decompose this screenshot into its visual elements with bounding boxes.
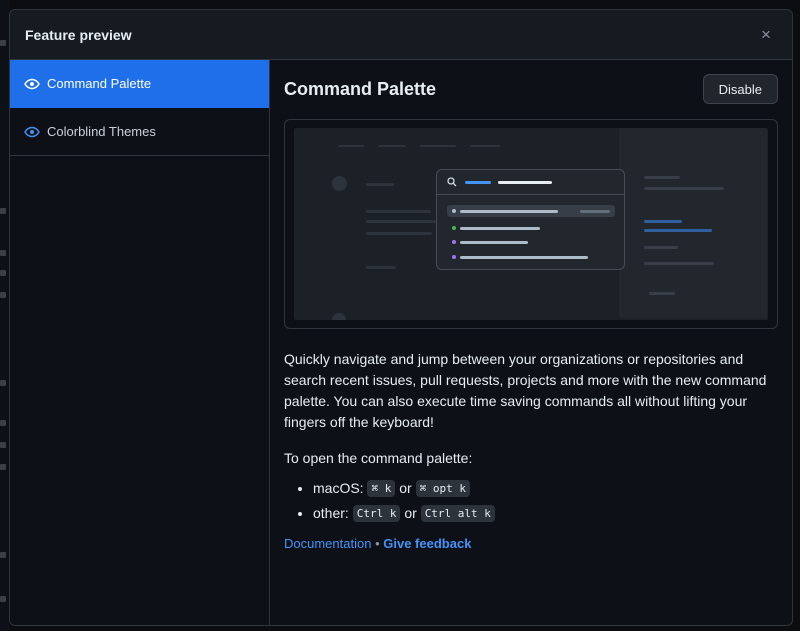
preview-dot: [452, 255, 456, 259]
dialog-body: Command Palette Colorblind Themes Comman…: [10, 60, 792, 625]
close-button[interactable]: ×: [754, 23, 778, 47]
eye-icon: [24, 124, 40, 140]
shortcut-list: macOS: ⌘ k or ⌘ opt k other: Ctrl k or C…: [284, 476, 778, 526]
preview-shape: [644, 262, 714, 265]
background-text-fragment: [0, 208, 6, 214]
os-label: macOS:: [313, 480, 364, 496]
sidebar-item-command-palette[interactable]: Command Palette: [10, 60, 269, 108]
preview-shape: [644, 176, 680, 179]
preview-shape: [649, 292, 675, 295]
preview-shape: [366, 266, 396, 269]
preview-shape: [644, 246, 678, 249]
keyboard-shortcut: Ctrl alt k: [420, 505, 495, 522]
preview-shape: [619, 128, 767, 318]
list-item: macOS: ⌘ k or ⌘ opt k: [313, 476, 778, 501]
dialog-title: Feature preview: [25, 26, 132, 43]
preview-shape: [332, 176, 347, 191]
preview-shape: [644, 187, 724, 190]
feature-preview-image: [284, 119, 778, 329]
list-item: other: Ctrl k or Ctrl alt k: [313, 501, 778, 526]
preview-line: [460, 210, 558, 213]
feature-title: Command Palette: [284, 78, 437, 99]
preview-shape: [366, 183, 394, 186]
search-icon: [447, 177, 457, 187]
feature-content: Command Palette Disable Quickly navigate…: [270, 60, 792, 625]
background-text-fragment: [0, 464, 6, 470]
open-instructions-label: To open the command palette:: [284, 450, 473, 466]
feature-links: Documentation • Give feedback: [284, 536, 778, 551]
feature-sidebar: Command Palette Colorblind Themes: [10, 60, 270, 625]
preview-line: [460, 241, 528, 244]
keyboard-shortcut: ⌘ k: [367, 480, 396, 497]
sidebar-item-colorblind-themes[interactable]: Colorblind Themes: [10, 108, 269, 156]
preview-shape: [378, 145, 406, 147]
preview-line: [460, 227, 540, 230]
sidebar-item-label: Colorblind Themes: [47, 124, 156, 139]
feature-preview-dialog: Feature preview × Command Palette Colorb…: [9, 9, 793, 626]
keyboard-shortcut: ⌘ opt k: [415, 480, 470, 497]
or-text: or: [399, 480, 412, 496]
background-text-fragment: [0, 420, 6, 426]
preview-line: [580, 210, 610, 213]
preview-shape: [332, 313, 346, 320]
preview-shape: [644, 220, 682, 223]
documentation-link[interactable]: Documentation: [284, 536, 371, 551]
os-label: other:: [313, 505, 349, 521]
preview-line: [465, 181, 491, 184]
background-text-fragment: [0, 250, 6, 256]
preview-shape: [338, 145, 364, 147]
disable-button[interactable]: Disable: [702, 74, 778, 104]
preview-shape: [420, 145, 456, 147]
preview-shape: [366, 232, 432, 235]
eye-icon: [24, 76, 40, 92]
preview-line: [498, 181, 552, 184]
give-feedback-link[interactable]: Give feedback: [383, 536, 471, 551]
preview-shape: [470, 145, 500, 147]
preview-dot: [452, 240, 456, 244]
background-text-fragment: [0, 40, 6, 46]
preview-dot: [452, 226, 456, 230]
preview-palette: [436, 169, 625, 270]
background-text-fragment: [0, 292, 6, 298]
preview-illustration: [294, 128, 768, 320]
feature-description: Quickly navigate and jump between your o…: [284, 351, 767, 430]
dialog-header: Feature preview ×: [10, 10, 792, 60]
background-text-fragment: [0, 442, 6, 448]
preview-palette-search: [437, 170, 624, 195]
background-text-fragment: [0, 380, 6, 386]
background-text-fragment: [0, 270, 6, 276]
background-text-fragment: [0, 596, 6, 602]
preview-dot: [452, 209, 456, 213]
preview-shape: [644, 229, 712, 232]
keyboard-shortcut: Ctrl k: [352, 505, 401, 522]
content-header: Command Palette Disable: [284, 74, 778, 104]
preview-line: [460, 256, 588, 259]
close-icon: ×: [761, 25, 771, 44]
background-text-fragment: [0, 552, 6, 558]
preview-shape: [366, 210, 431, 213]
or-text: or: [404, 505, 417, 521]
preview-shape: [366, 220, 436, 223]
link-separator: •: [375, 536, 380, 551]
sidebar-item-label: Command Palette: [47, 76, 152, 91]
